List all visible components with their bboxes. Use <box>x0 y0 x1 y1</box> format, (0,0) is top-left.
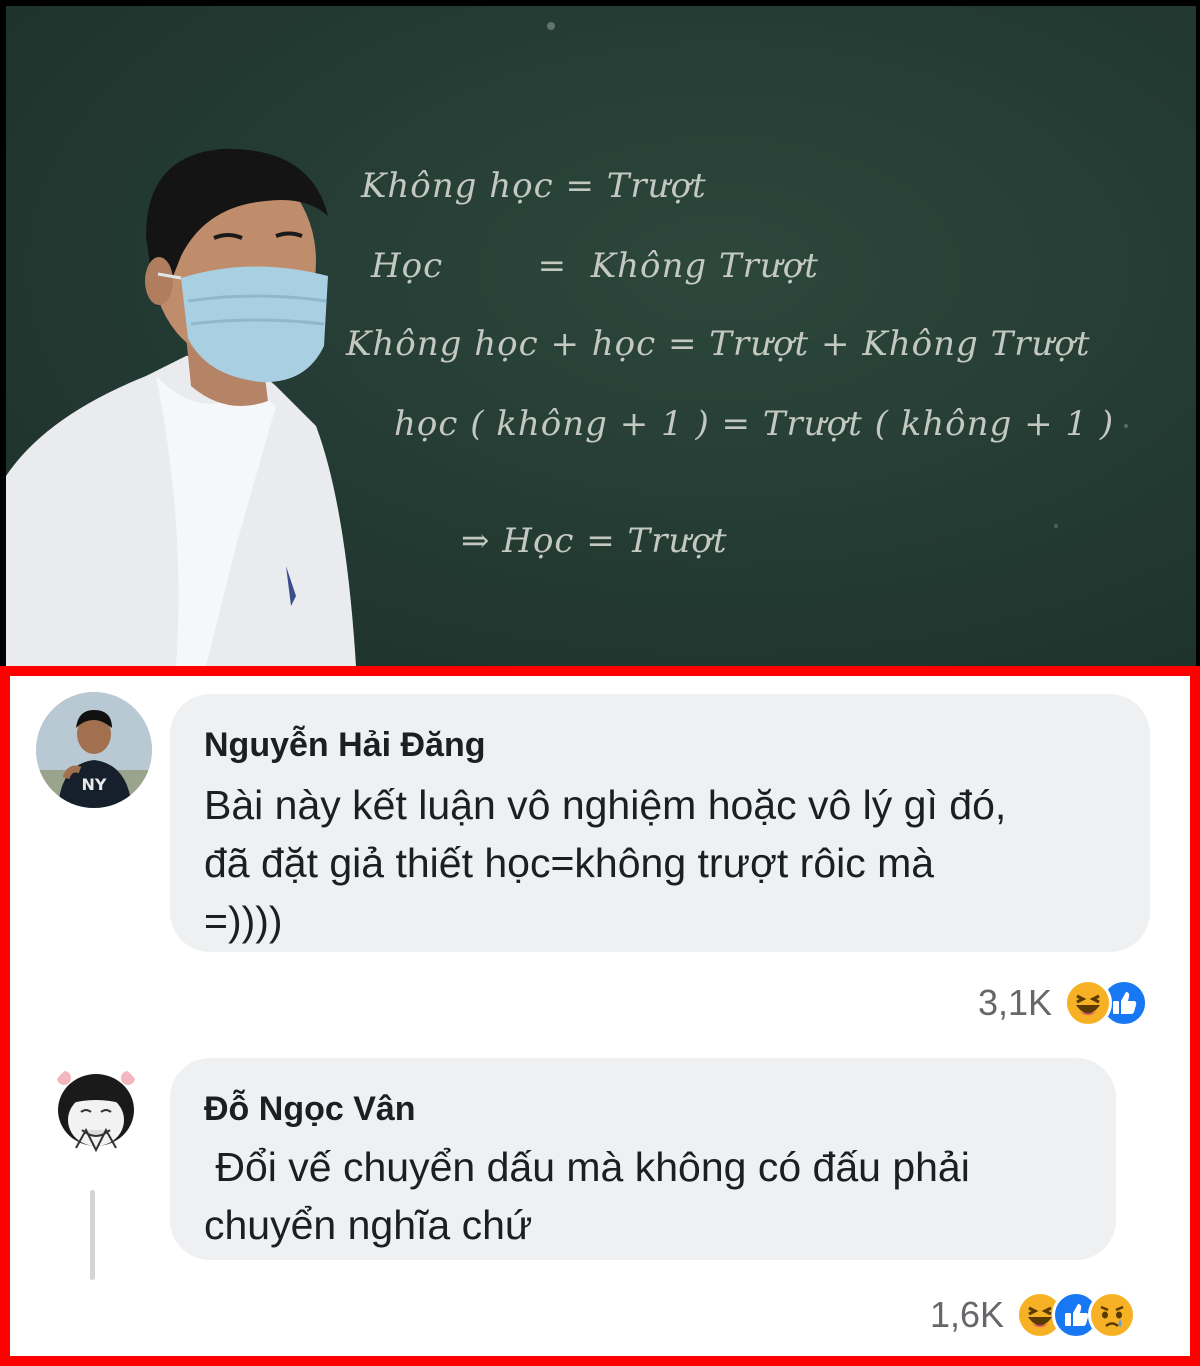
comment-text-line-2: chuyển nghĩa chứ <box>204 1202 533 1248</box>
comment-text-line-3: =)))) <box>204 898 283 944</box>
reaction-summary[interactable]: 1,6K <box>930 1290 1137 1340</box>
chalk-line-5: ⇒ Học = Trượt <box>461 521 728 561</box>
comment-author[interactable]: Đỗ Ngọc Vân <box>204 1090 416 1129</box>
reaction-count: 1,6K <box>930 1294 1005 1335</box>
comment-text-line-1: Đổi vế chuyển dấu mà không có đấu phải <box>204 1144 970 1190</box>
chalk-line-4: học ( không + 1 ) = Trượt ( không + 1 ) <box>394 404 1115 444</box>
comment-author[interactable]: Nguyễn Hải Đăng <box>204 726 485 765</box>
chalk-line-2: Học = Không Trượt <box>371 246 819 286</box>
haha-icon <box>1064 979 1113 1027</box>
thread-line <box>90 1190 95 1280</box>
comments-panel: NY Nguyễn Hải Đăng Bài này kết luận vô n… <box>0 666 1200 1366</box>
comment-text-line-2: đã đặt giả thiết học=không trượt rôic mà <box>204 840 935 886</box>
sad-icon <box>1088 1291 1137 1339</box>
chalkboard-photo: Không học = Trượt Học = Không Trượt Khôn… <box>6 6 1196 666</box>
chalk-line-3: Không học + học = Trượt + Không Trượt <box>346 324 1091 364</box>
comment-text-line-1: Bài này kết luận vô nghiệm hoặc vô lý gì… <box>204 782 1007 828</box>
svg-text:NY: NY <box>82 775 107 794</box>
reaction-summary[interactable]: 3,1K <box>978 978 1149 1028</box>
avatar[interactable]: NY <box>36 692 152 808</box>
chalk-line-1: Không học = Trượt <box>361 166 707 206</box>
reaction-count: 3,1K <box>978 982 1053 1023</box>
avatar[interactable] <box>46 1060 146 1160</box>
